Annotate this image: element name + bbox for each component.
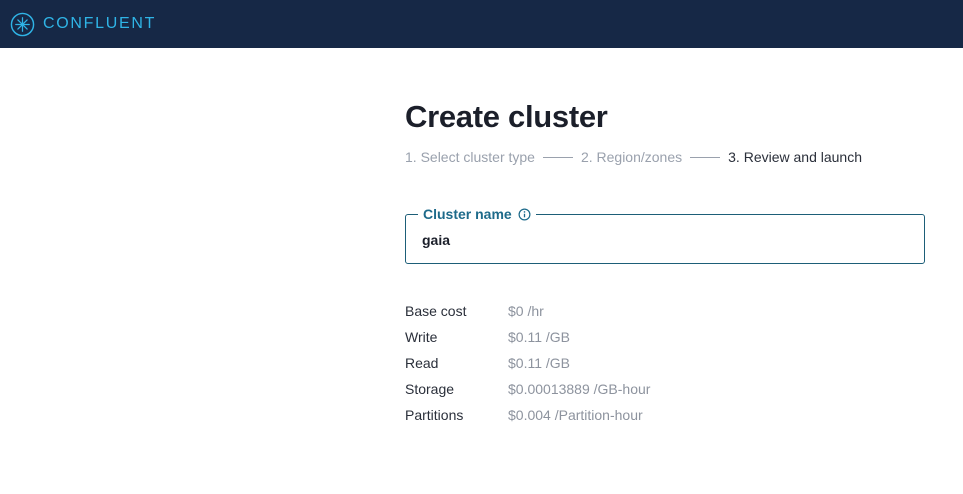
create-cluster-form: Create cluster 1. Select cluster type 2.… bbox=[405, 98, 925, 423]
cost-value: $0.11 /GB bbox=[508, 355, 571, 371]
cost-label: Storage bbox=[405, 381, 455, 397]
brand-name: CONFLUENT bbox=[43, 15, 157, 32]
cost-label: Base cost bbox=[405, 303, 467, 319]
cluster-name-label-group: Cluster name bbox=[418, 206, 536, 222]
cost-value: $0 /hr bbox=[508, 303, 544, 319]
cost-row-storage: Storage $0.00013889 /GB-hour bbox=[405, 376, 805, 402]
info-icon[interactable] bbox=[518, 208, 531, 221]
top-navigation-bar: CONFLUENT bbox=[0, 0, 963, 48]
page-title: Create cluster bbox=[405, 99, 608, 134]
cost-row-write: Write $0.11 /GB bbox=[405, 324, 805, 350]
cost-row-read: Read $0.11 /GB bbox=[405, 350, 805, 376]
cost-row-partitions: Partitions $0.004 /Partition-hour bbox=[405, 402, 805, 428]
cost-value: $0.11 /GB bbox=[508, 329, 571, 345]
cost-value: $0.004 /Partition-hour bbox=[508, 407, 643, 423]
step-connector bbox=[690, 156, 721, 158]
cluster-name-field[interactable]: Cluster name bbox=[405, 206, 925, 264]
step-select-cluster-type[interactable]: 1. Select cluster type bbox=[405, 148, 535, 166]
step-connector bbox=[542, 156, 573, 158]
step-region-zones[interactable]: 2. Region/zones bbox=[581, 148, 682, 166]
confluent-star-icon bbox=[10, 12, 35, 36]
cluster-name-label: Cluster name bbox=[423, 206, 512, 222]
progress-stepper: 1. Select cluster type 2. Region/zones 3… bbox=[405, 148, 925, 166]
cluster-name-input[interactable] bbox=[422, 229, 912, 251]
cost-label: Partitions bbox=[405, 407, 464, 423]
step-review-and-launch: 3. Review and launch bbox=[728, 149, 863, 165]
cost-label: Read bbox=[405, 355, 439, 371]
cost-summary: Base cost $0 /hr Write $0.11 /GB Read $0… bbox=[405, 298, 805, 428]
cost-label: Write bbox=[405, 329, 438, 345]
cost-value: $0.00013889 /GB-hour bbox=[508, 381, 651, 397]
cost-row-base-cost: Base cost $0 /hr bbox=[405, 298, 805, 324]
confluent-logo[interactable]: CONFLUENT bbox=[10, 12, 156, 37]
